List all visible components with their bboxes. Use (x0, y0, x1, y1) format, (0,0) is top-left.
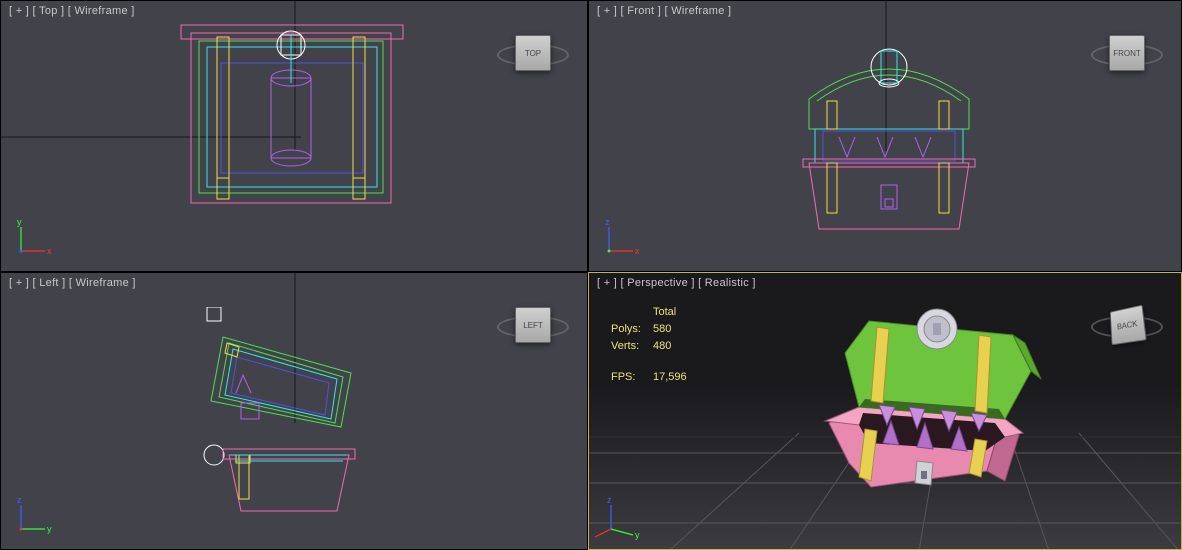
viewport-menu-btn[interactable]: [ + ] (9, 5, 29, 17)
axis-gizmo: x y (15, 217, 55, 257)
viewport-mode-btn[interactable]: [ Wireframe ] (68, 5, 135, 17)
svg-text:z: z (17, 495, 22, 505)
viewcube-face[interactable]: TOP (515, 35, 551, 71)
grid (589, 1, 889, 151)
viewport-name-btn[interactable]: [ Perspective ] (621, 277, 695, 289)
viewcube[interactable]: LEFT (503, 295, 563, 355)
viewport-top[interactable]: [ + ] [ Top ] [ Wireframe ] TOP x y (0, 0, 588, 272)
viewport-perspective[interactable]: Total Polys:580 Verts:480 FPS:17,596 [ +… (588, 272, 1182, 550)
viewport-front[interactable]: [ + ] [ Front ] [ Wireframe ] FRONT x z (588, 0, 1182, 272)
viewcube-face[interactable]: BACK (1110, 305, 1147, 346)
axis-gizmo: x z (603, 217, 643, 257)
svg-text:x: x (635, 246, 640, 256)
viewport-left[interactable]: [ + ] [ Left ] [ Wireframe ] LEFT y z (0, 272, 588, 550)
stats-polys-label: Polys: (611, 322, 651, 337)
viewcube-face[interactable]: FRONT (1109, 35, 1145, 71)
viewport-mode-btn[interactable]: [ Realistic ] (698, 277, 756, 289)
wireframe-top (173, 23, 411, 213)
viewport-menu-btn[interactable]: [ + ] (597, 277, 617, 289)
viewport-menu-btn[interactable]: [ + ] (9, 277, 29, 289)
viewport-label[interactable]: [ + ] [ Front ] [ Wireframe ] (597, 5, 731, 17)
grid (1, 1, 301, 151)
viewport-menu-btn[interactable]: [ + ] (597, 5, 617, 17)
stats-header: Total (653, 305, 687, 320)
viewport-name-btn[interactable]: [ Left ] (33, 277, 66, 289)
svg-text:z: z (607, 495, 612, 505)
viewport-mode-btn[interactable]: [ Wireframe ] (664, 5, 731, 17)
viewport-name-btn[interactable]: [ Top ] (33, 5, 65, 17)
viewport-label[interactable]: [ + ] [ Top ] [ Wireframe ] (9, 5, 135, 17)
viewcube[interactable]: TOP (503, 23, 563, 83)
grid (1, 273, 301, 423)
axis-gizmo: y z (15, 495, 55, 535)
wireframe-front (789, 29, 989, 239)
stats-verts-value: 480 (653, 339, 687, 354)
viewport-label[interactable]: [ + ] [ Left ] [ Wireframe ] (9, 277, 136, 289)
svg-text:y: y (635, 530, 640, 540)
viewport-mode-btn[interactable]: [ Wireframe ] (69, 277, 136, 289)
viewcube[interactable]: BACK (1097, 295, 1157, 355)
svg-text:y: y (17, 217, 22, 227)
wireframe-left (181, 307, 381, 517)
viewcube[interactable]: FRONT (1097, 23, 1157, 83)
svg-text:y: y (47, 524, 52, 534)
axis-gizmo: z y (603, 495, 643, 535)
svg-text:x: x (47, 246, 52, 256)
stats-verts-label: Verts: (611, 339, 651, 354)
viewport-name-btn[interactable]: [ Front ] (621, 5, 662, 17)
svg-text:z: z (605, 217, 610, 227)
viewport-grid: [ + ] [ Top ] [ Wireframe ] TOP x y (0, 0, 1182, 550)
viewcube-face[interactable]: LEFT (515, 307, 551, 343)
stats-fps-label: FPS: (611, 370, 651, 385)
viewport-label[interactable]: [ + ] [ Perspective ] [ Realistic ] (597, 277, 756, 289)
statistics-overlay: Total Polys:580 Verts:480 FPS:17,596 (609, 303, 689, 387)
stats-fps-value: 17,596 (653, 370, 687, 385)
stats-polys-value: 580 (653, 322, 687, 337)
